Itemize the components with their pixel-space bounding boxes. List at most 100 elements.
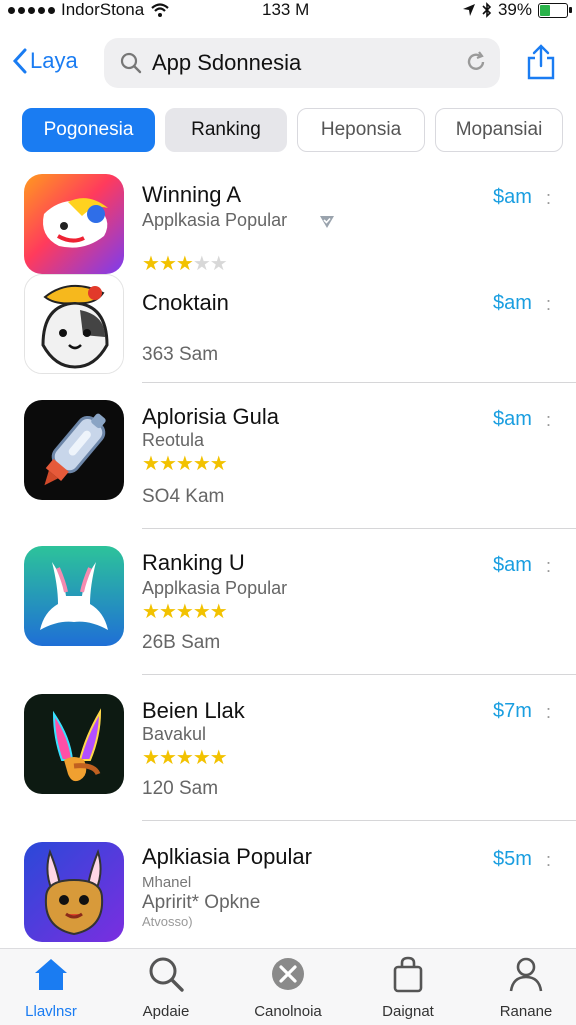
price-button[interactable]: $am — [493, 408, 532, 431]
home-icon — [35, 959, 67, 990]
divider — [142, 820, 576, 821]
more-button[interactable]: : — [546, 188, 551, 209]
app-meta: 363 Sam — [142, 344, 219, 365]
rating-stars: ★★★★★ — [142, 253, 228, 275]
tab-bar-item[interactable]: Llavlnsr — [1, 955, 101, 1020]
carrier: IndorStona — [8, 0, 170, 20]
rating-stars: ★★★★★ — [142, 453, 228, 475]
app-icon — [24, 546, 124, 646]
bag-icon — [393, 956, 423, 993]
tab-bar-label: Ranane — [499, 1003, 553, 1020]
search-field[interactable]: App Sdonnesia — [104, 38, 500, 88]
status-bar: IndorStona 133 M 39% — [0, 0, 576, 22]
battery-icon — [538, 2, 572, 18]
app-subtitle: Bavakul — [142, 724, 207, 744]
star-icon: ★ — [209, 747, 228, 769]
price-button[interactable]: $am — [493, 554, 532, 577]
app-icon — [24, 694, 124, 794]
star-icon: ★ — [209, 601, 228, 623]
star-icon: ★ — [142, 453, 160, 475]
app-subtitle: Reotula — [142, 430, 205, 450]
tab-heponsia[interactable]: Heponsia — [297, 108, 425, 152]
tab-bar-label: Daignat — [382, 1003, 434, 1020]
divider — [142, 528, 576, 529]
price-button[interactable]: $7m — [493, 700, 532, 723]
star-icon: ★ — [158, 747, 177, 769]
tab-bar-item[interactable]: Apdaie — [116, 955, 216, 1020]
star-icon: ★ — [158, 453, 177, 475]
tab-bar-item[interactable]: Ranane — [476, 955, 576, 1020]
clock: 133 M — [262, 0, 310, 19]
app-title: Aplorisia Gula — [142, 404, 279, 429]
app-title: Cnoktain — [142, 290, 229, 315]
star-icon: ★ — [142, 601, 160, 623]
star-icon: ★ — [192, 601, 211, 623]
app-meta: Apririt* Opkne — [142, 892, 261, 913]
divider — [142, 382, 576, 383]
battery-fill — [540, 4, 550, 16]
app-subtitle: Mhanel — [142, 874, 192, 891]
divider — [142, 674, 576, 675]
app-subtitle: Applkasia Popular — [142, 578, 288, 598]
app-title: Ranking U — [142, 550, 245, 575]
app-icon — [24, 174, 124, 274]
app-title: Winning A — [142, 182, 242, 207]
app-meta: 26B Sam — [142, 632, 221, 653]
star-icon: ★ — [192, 253, 211, 275]
more-button[interactable]: : — [546, 556, 551, 577]
app-icon — [24, 400, 124, 500]
chevron-left-icon — [12, 48, 27, 74]
star-icon: ★ — [142, 253, 160, 275]
star-icon: ★ — [209, 253, 228, 275]
status-right: 39% — [462, 0, 572, 20]
star-icon: ★ — [192, 453, 211, 475]
tab-bar-label: Llavlnsr — [25, 1003, 77, 1020]
search-icon — [120, 52, 142, 74]
app-meta-secondary: Atvosso) — [142, 914, 193, 929]
location-icon — [462, 4, 475, 16]
more-button[interactable]: : — [546, 702, 551, 723]
bluetooth-icon — [482, 2, 492, 18]
more-button[interactable]: : — [546, 410, 551, 431]
more-button[interactable]: : — [546, 294, 551, 315]
reload-icon[interactable] — [464, 50, 488, 74]
star-icon: ★ — [175, 601, 194, 623]
games-icon — [272, 958, 304, 990]
star-icon: ★ — [175, 747, 194, 769]
rating-stars: ★★★★★ — [142, 601, 228, 623]
battery-percent: 39% — [497, 0, 532, 19]
bottom-tab-bar: Llavlnsr Apdaie Canolnoia Daignat Ranane — [0, 948, 576, 1025]
tab-mopansiai[interactable]: Mopansiai — [435, 108, 563, 152]
carrier-name: IndorStona — [61, 0, 145, 19]
search-input[interactable]: App Sdonnesia — [152, 50, 301, 76]
tab-pogonesia[interactable]: Pogonesia — [22, 108, 155, 152]
price-button[interactable]: $am — [493, 292, 532, 315]
wifi-icon — [151, 3, 169, 17]
star-icon: ★ — [158, 601, 177, 623]
tab-ranking[interactable]: Ranking — [165, 108, 287, 152]
back-label: Laya — [30, 48, 78, 73]
app-icon — [24, 842, 124, 942]
app-meta: 120 Sam — [142, 778, 219, 799]
app-title: Aplkiasia Popular — [142, 844, 312, 869]
price-button[interactable]: $am — [493, 186, 532, 209]
star-icon: ★ — [209, 453, 228, 475]
back-button[interactable]: Laya — [12, 48, 78, 74]
tab-bar-label: Canolnoia — [254, 1003, 322, 1020]
star-icon: ★ — [158, 253, 177, 275]
tab-bar-label: Apdaie — [142, 1003, 190, 1020]
star-icon: ★ — [175, 453, 194, 475]
more-button[interactable]: : — [546, 850, 551, 871]
category-tabs: Pogonesia Ranking Heponsia Mopansiai — [22, 108, 563, 154]
app-title: Beien Llak — [142, 698, 245, 723]
share-icon[interactable] — [526, 44, 556, 80]
star-icon: ★ — [142, 747, 160, 769]
star-icon: ★ — [192, 747, 211, 769]
navigation-bar: Laya App Sdonnesia — [0, 36, 576, 90]
tab-bar-item[interactable]: Canolnoia — [238, 955, 338, 1020]
star-icon: ★ — [175, 253, 194, 275]
price-button[interactable]: $5m — [493, 848, 532, 871]
signal-icon — [8, 6, 55, 14]
search-icon — [149, 957, 184, 992]
tab-bar-item[interactable]: Daignat — [358, 955, 458, 1020]
